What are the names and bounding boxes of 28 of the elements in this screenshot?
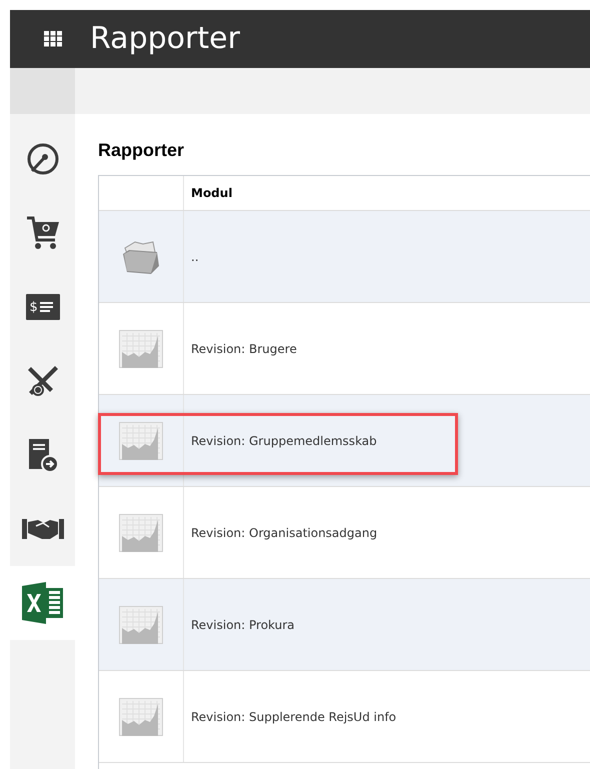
app-grid-icon[interactable] (44, 31, 62, 47)
table-row[interactable]: Revision: Prokura (99, 579, 590, 671)
cart-icon (24, 214, 60, 252)
page-title: Rapporter (98, 139, 186, 161)
spreadsheet-icon (20, 580, 66, 626)
chart-icon (119, 698, 163, 736)
report-name: Revision: Brugere (191, 340, 297, 358)
chart-icon (119, 606, 163, 644)
sidebar-corner (10, 68, 75, 114)
column-header: Modul (190, 185, 232, 202)
report-name: Revision: Prokura (191, 616, 295, 634)
table-row[interactable]: Revision: Gruppemedlemsskab (99, 395, 590, 487)
app-title: Rapporter (90, 24, 240, 54)
table-row[interactable]: Revision: Supplerende RejsUd info (99, 671, 590, 763)
report-name: .. (191, 248, 199, 266)
chart-icon (119, 514, 163, 552)
invoice-icon: $ (26, 294, 60, 320)
chart-icon (119, 330, 163, 368)
document-icon (26, 437, 58, 473)
gauge-icon (26, 142, 60, 176)
table-row[interactable]: Revision: Organisationsadgang (99, 487, 590, 579)
table-row[interactable]: Revision: Brugere (99, 303, 590, 395)
report-name: Revision: Supplerende RejsUd info (191, 708, 396, 726)
report-name: Revision: Organisationsadgang (191, 524, 378, 542)
report-name: Revision: Gruppemedlemsskab (191, 432, 377, 450)
handshake-icon (22, 517, 64, 541)
chart-icon (119, 422, 163, 460)
table-row[interactable]: .. (99, 211, 590, 303)
